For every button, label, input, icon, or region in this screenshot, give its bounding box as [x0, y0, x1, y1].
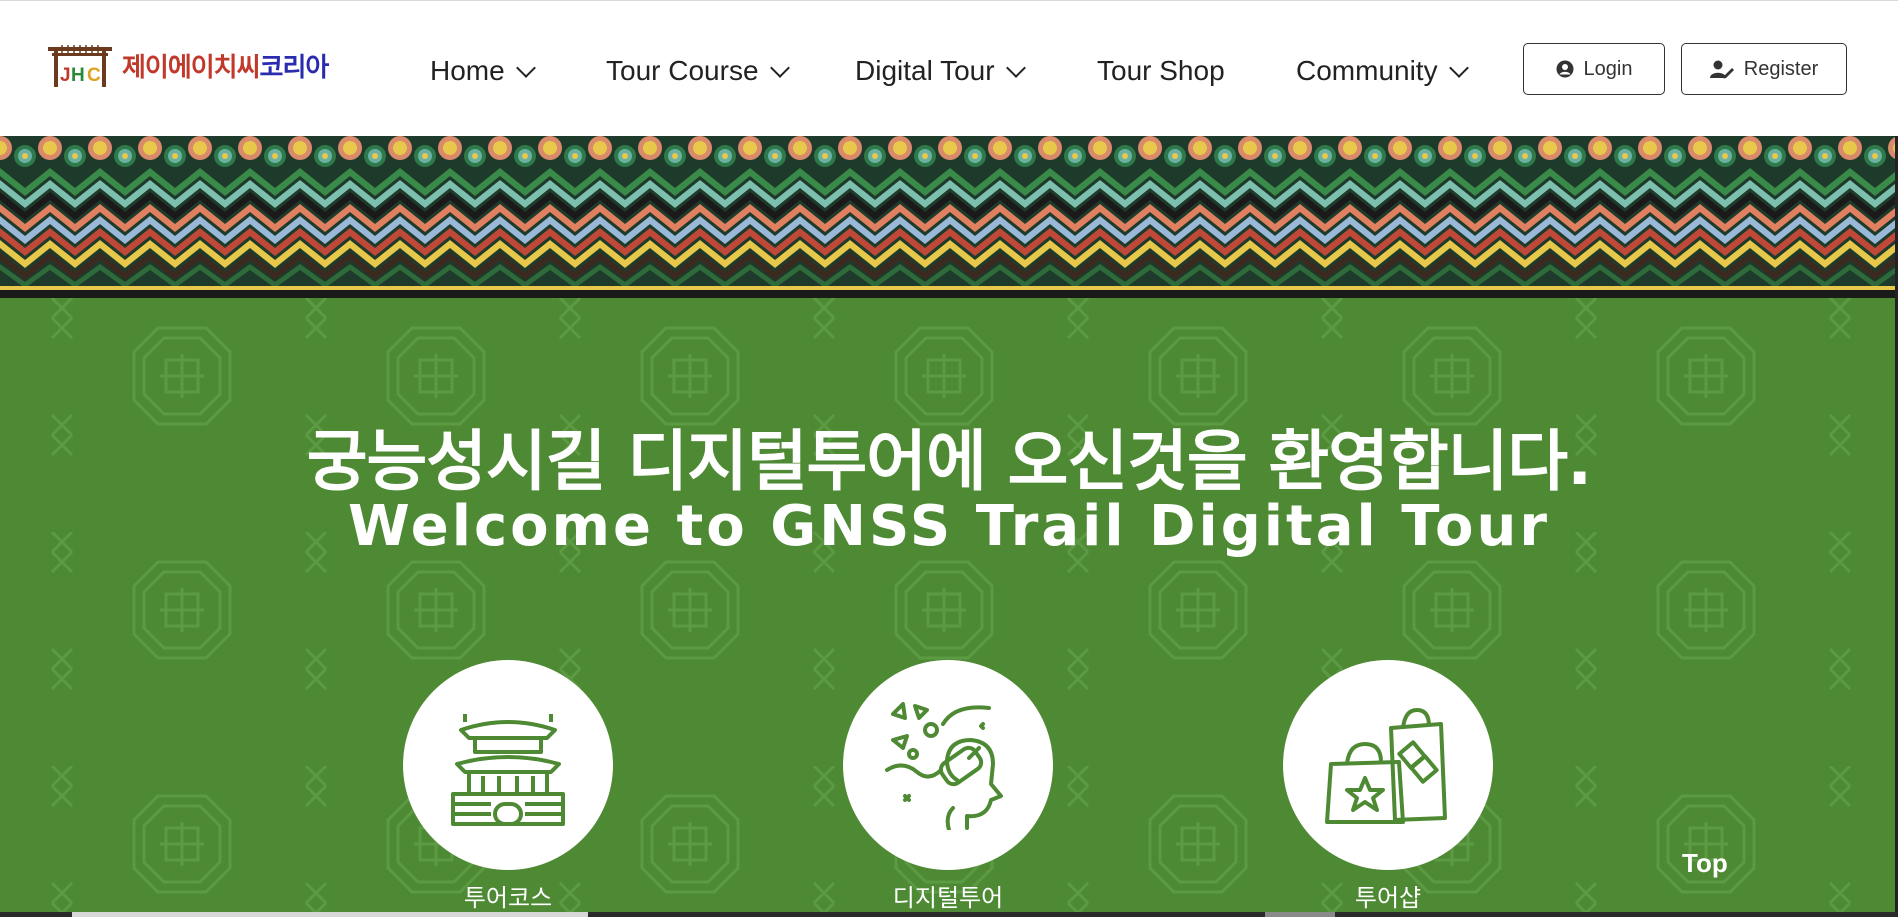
nav-item-home[interactable]: Home — [430, 51, 536, 91]
svg-text:C: C — [87, 65, 101, 86]
horizontal-scrollbar[interactable] — [0, 912, 1898, 917]
chevron-down-icon — [769, 58, 790, 78]
nav-item-digital-tour[interactable]: Digital Tour — [855, 51, 1026, 91]
user-circle-icon — [1556, 60, 1574, 78]
nav-item-label: Tour Shop — [1097, 55, 1225, 86]
vr-headset-icon — [885, 702, 1003, 830]
site-header: J H C 제이에이치씨코리아 Home Tour Course Digital… — [0, 0, 1898, 136]
chevron-down-icon — [1005, 58, 1026, 78]
scroll-to-top-button[interactable]: Top — [1682, 848, 1728, 879]
nav-item-tour-shop[interactable]: Tour Shop — [1097, 51, 1225, 91]
site-name: 제이에이치씨코리아 — [122, 47, 330, 84]
site-logo[interactable]: J H C 제이에이치씨코리아 — [46, 43, 330, 87]
nav-item-label: Community — [1296, 55, 1438, 86]
login-button[interactable]: Login — [1523, 43, 1665, 95]
chevron-down-icon — [1448, 58, 1469, 78]
svg-text:J: J — [60, 65, 71, 86]
jhc-gate-logo-icon: J H C — [46, 43, 114, 87]
palace-icon — [451, 714, 565, 826]
register-button[interactable]: Register — [1681, 43, 1847, 95]
scrollbar-thumb[interactable] — [72, 912, 588, 917]
nav-item-tour-course[interactable]: Tour Course — [606, 51, 790, 91]
nav-item-label: Tour Course — [606, 55, 759, 86]
tour-shop-label[interactable]: 투어샵 — [1238, 878, 1538, 913]
nav-item-label: Home — [430, 55, 505, 86]
hero-title-english: Welcome to GNSS Trail Digital Tour — [348, 494, 1550, 559]
digital-tour-label[interactable]: 디지털투어 — [798, 878, 1098, 913]
site-name-part1: 제이에이치씨 — [122, 52, 261, 83]
nav-item-community[interactable]: Community — [1296, 51, 1469, 91]
shopping-bags-icon — [1325, 708, 1447, 824]
chevron-down-icon — [515, 58, 536, 78]
nav-item-label: Digital Tour — [855, 55, 995, 86]
register-label: Register — [1743, 57, 1819, 80]
dancheong-pattern-banner — [0, 136, 1898, 298]
tour-shop-card[interactable] — [1283, 660, 1493, 870]
svg-text:H: H — [71, 65, 85, 86]
tour-course-label[interactable]: 투어코스 — [358, 878, 658, 913]
site-name-part2: 코리아 — [259, 52, 330, 83]
hero-title-korean: 궁능성시길 디지털투어에 오신것을 환영합니다. — [306, 423, 1592, 500]
digital-tour-card[interactable] — [843, 660, 1053, 870]
tour-course-card[interactable] — [403, 660, 613, 870]
user-edit-icon — [1709, 60, 1734, 79]
login-label: Login — [1583, 57, 1633, 80]
scrollbar-segment — [1265, 912, 1335, 917]
